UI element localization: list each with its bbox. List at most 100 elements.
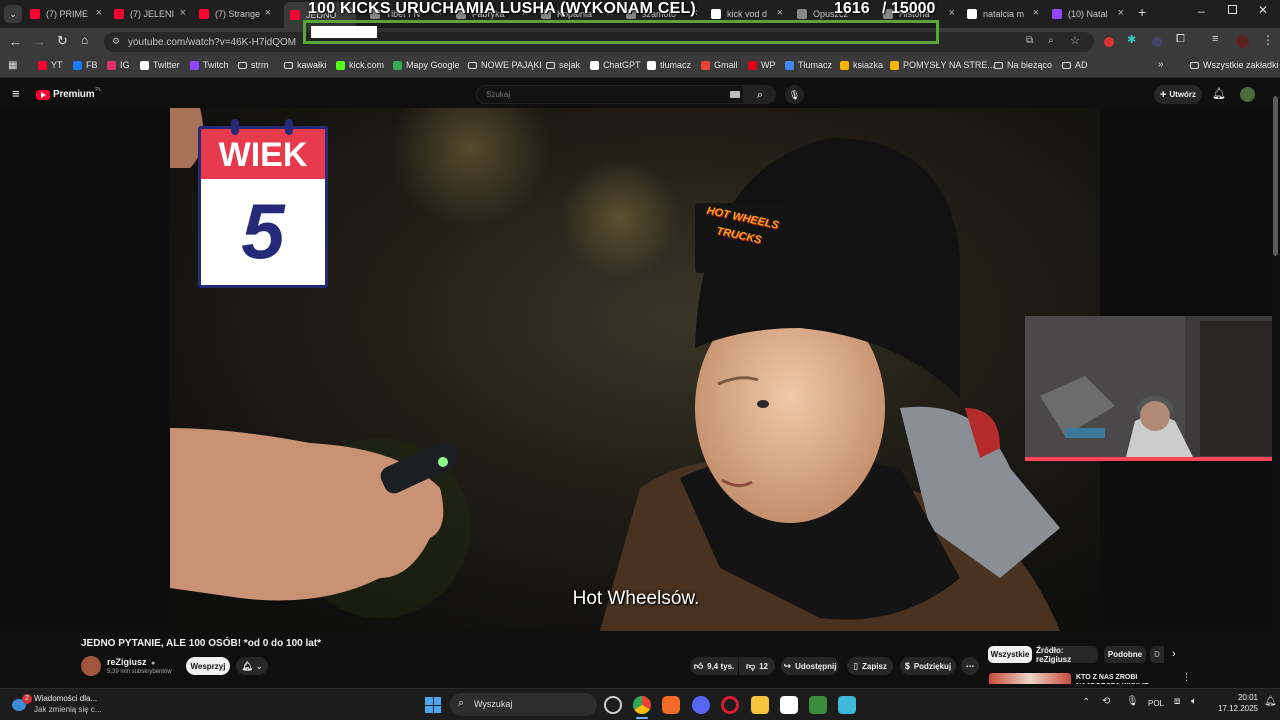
close-window-button[interactable]: ✕	[1258, 3, 1268, 17]
chip-more[interactable]: D	[1150, 646, 1164, 663]
more-actions-button[interactable]: ⋯	[961, 657, 979, 675]
bookmark-item[interactable]: ChatGPT	[590, 60, 641, 70]
bookmark-item[interactable]: WP	[748, 60, 776, 70]
browser-tab[interactable]: (7) Strange ×	[199, 4, 271, 24]
forward-icon[interactable]: →	[33, 34, 46, 49]
reading-list-icon[interactable]: ≡	[1212, 33, 1218, 45]
notification-center-icon[interactable]: 🔔︎	[1264, 696, 1277, 707]
subscribed-bell-button[interactable]: 🔔︎ ⌄	[236, 657, 268, 675]
bookmark-star-icon[interactable]: ☆	[1070, 34, 1080, 47]
tab-close-icon[interactable]: ×	[265, 7, 271, 19]
tab-close-icon[interactable]: ×	[777, 7, 783, 19]
taskbar-app-icon[interactable]	[604, 696, 622, 714]
apps-grid-icon[interactable]: ▦	[8, 60, 17, 71]
translate-extension-icon[interactable]: ✱	[1127, 33, 1136, 46]
notifications-bell-icon[interactable]: 🔔︎	[1212, 87, 1226, 100]
zoom-icon[interactable]: ⌕	[1048, 35, 1054, 46]
chevron-right-icon[interactable]: ›	[1172, 648, 1176, 660]
tray-sync-icon[interactable]: ⟲	[1102, 696, 1110, 707]
bookmark-item[interactable]: kick.com	[336, 60, 384, 70]
thanks-button[interactable]: $ Podziękuj	[900, 657, 956, 675]
back-icon[interactable]: ←	[9, 34, 22, 49]
join-button[interactable]: Wesprzyj	[186, 657, 230, 675]
bookmark-item[interactable]: kawałki	[284, 60, 327, 70]
share-button[interactable]: ↪ Udostępnij	[781, 657, 839, 675]
maps-app-icon[interactable]	[809, 696, 827, 714]
bookmark-item[interactable]: sejak	[546, 60, 580, 70]
tab-close-icon[interactable]: ×	[1033, 7, 1039, 19]
chip-all[interactable]: Wszystkie	[988, 646, 1032, 663]
browser-tab[interactable]: (10) Natal ×	[1052, 4, 1124, 24]
bookmark-item[interactable]: Twitch	[190, 60, 229, 70]
extensions-puzzle-icon[interactable]: ⧠	[1176, 33, 1185, 46]
video-player[interactable]: HOT WHEELS TRUCKS WIEK 5 Hot Wheelsów.	[0, 108, 1272, 631]
dislike-button[interactable]: 👎︎ 12	[739, 657, 775, 675]
restore-button[interactable]	[1228, 5, 1237, 14]
tray-microphone-icon[interactable]: 🎙	[1126, 696, 1139, 707]
tab-close-icon[interactable]: ×	[180, 7, 186, 19]
create-button[interactable]: + Utwórz	[1154, 85, 1202, 104]
menu-kebab-icon[interactable]: ⋮	[1262, 33, 1274, 47]
site-info-icon[interactable]: ⚙	[112, 36, 120, 47]
tab-close-icon[interactable]: ×	[96, 7, 102, 19]
channel-name[interactable]: reZigiusz ●	[107, 657, 155, 667]
save-button[interactable]: ▯ Zapisz	[847, 657, 893, 675]
brave-icon[interactable]	[662, 696, 680, 714]
home-icon[interactable]: ⌂	[81, 33, 88, 47]
discord-icon[interactable]	[692, 696, 710, 714]
extension-icon[interactable]	[1152, 37, 1162, 47]
tab-search-button[interactable]: ⌄	[4, 5, 22, 23]
all-bookmarks[interactable]: Wszystkie zakładki	[1190, 60, 1279, 70]
recommended-title[interactable]: KTO Z NAS ZROBI NAJGORSZĄ WIGILIE	[1076, 673, 1180, 684]
bookmark-item[interactable]: YT	[38, 60, 63, 70]
chip-similar[interactable]: Podobne	[1104, 646, 1146, 663]
capcut-icon[interactable]	[780, 696, 798, 714]
file-explorer-icon[interactable]	[751, 696, 769, 714]
bookmark-item[interactable]: tłumacz	[647, 60, 691, 70]
install-icon[interactable]: ⧉	[1026, 35, 1033, 46]
search-button[interactable]: ⌕	[744, 85, 776, 104]
start-button[interactable]	[425, 697, 441, 713]
voice-search-button[interactable]: 🎙	[785, 85, 804, 104]
input-language[interactable]: POL	[1148, 699, 1164, 708]
chrome-icon[interactable]	[633, 696, 651, 714]
recommended-thumbnail[interactable]	[989, 673, 1071, 684]
recommended-menu-icon[interactable]: ⋮	[1182, 672, 1191, 683]
minimize-button[interactable]: –	[1198, 4, 1205, 18]
bookmark-item[interactable]: Mapy Google	[393, 60, 460, 70]
chip-source[interactable]: Źródło: reZigiusz	[1036, 646, 1098, 664]
tab-close-icon[interactable]: ×	[1118, 7, 1124, 19]
notepad-icon[interactable]	[838, 696, 856, 714]
reload-icon[interactable]: ↻	[57, 33, 68, 49]
like-button[interactable]: 👍︎ 9,4 tys.	[690, 657, 738, 675]
opera-icon[interactable]	[721, 696, 739, 714]
bookmark-item[interactable]: Gmail	[701, 60, 738, 70]
bookmark-item[interactable]: Tłumacz	[785, 60, 832, 70]
hamburger-menu-icon[interactable]: ≡	[12, 86, 20, 101]
record-extension-icon[interactable]	[1104, 37, 1114, 47]
taskbar-search-input[interactable]: ⌕ Wyszukaj	[450, 693, 597, 716]
bookmark-item[interactable]: IG	[107, 60, 130, 70]
bookmark-item[interactable]: Twitter	[140, 60, 180, 70]
account-avatar[interactable]	[1240, 87, 1255, 102]
scrollbar-thumb[interactable]	[1273, 96, 1278, 256]
bookmark-item[interactable]: NOWE PAJĄKI	[468, 60, 542, 70]
tab-close-icon[interactable]: ×	[949, 7, 955, 19]
new-tab-button[interactable]: +	[1138, 4, 1146, 20]
network-icon[interactable]: ⧈	[1174, 696, 1180, 707]
news-widget[interactable]: 2 Wiadomości dla... Jak zmienią się c...	[10, 693, 120, 717]
bookmark-item[interactable]: strm	[238, 60, 269, 70]
channel-avatar[interactable]	[81, 656, 101, 676]
bookmark-item[interactable]: AD	[1062, 60, 1088, 70]
clock[interactable]: 20:01 17.12.2025	[1212, 693, 1258, 713]
browser-tab[interactable]: (7) JELENI ×	[114, 4, 186, 24]
search-input[interactable]: Szukaj	[476, 85, 744, 104]
tray-overflow-icon[interactable]: ⌃	[1082, 697, 1090, 708]
bookmark-item[interactable]: POMYSŁY NA STRE...	[890, 60, 995, 70]
bookmark-item[interactable]: Na bieżąco	[994, 60, 1052, 70]
profile-avatar[interactable]	[1236, 35, 1249, 48]
bookmark-item[interactable]: FB	[73, 60, 98, 70]
more-bookmarks-icon[interactable]: »	[1158, 59, 1164, 70]
youtube-logo[interactable]: Premium PL	[36, 87, 102, 100]
volume-icon[interactable]: 🔈︎	[1191, 696, 1197, 707]
